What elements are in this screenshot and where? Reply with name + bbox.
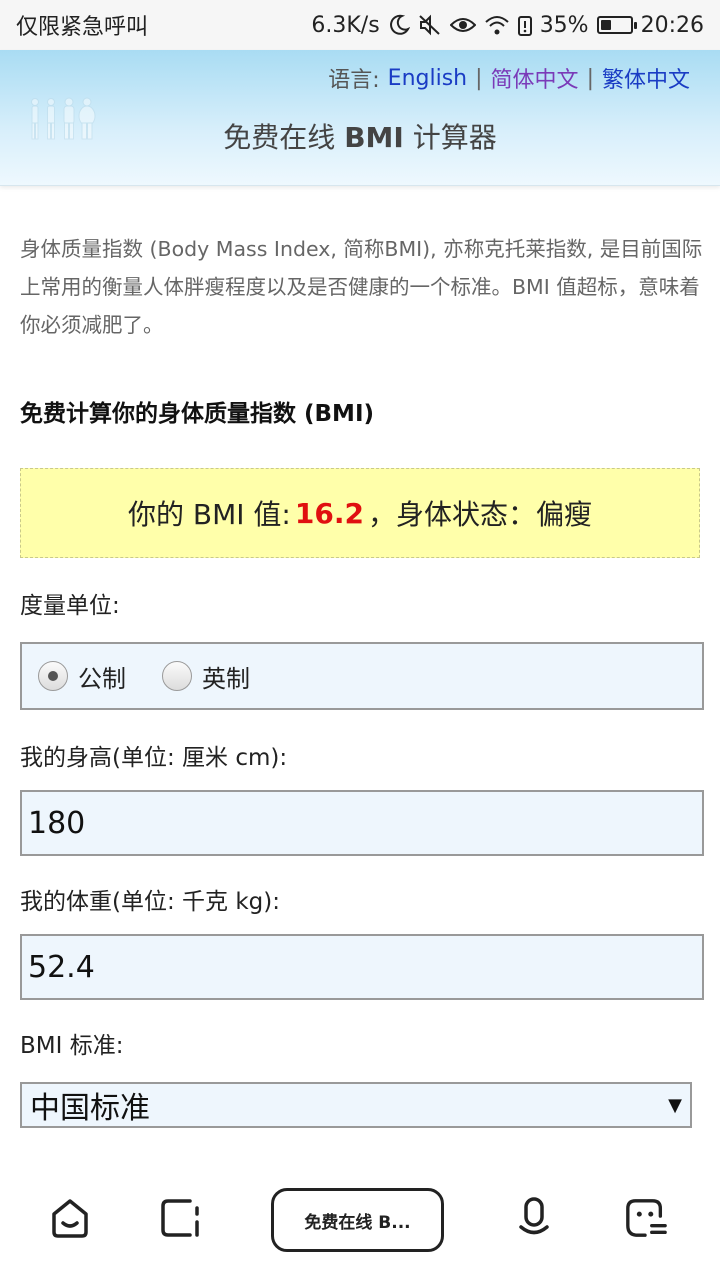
imperial-label[interactable]: 英制 bbox=[202, 659, 250, 694]
site-title: 免费在线 BMI 计算器 bbox=[0, 116, 720, 156]
imperial-radio[interactable] bbox=[162, 661, 192, 691]
status-bar: 仅限紧急呼叫 6.3K/s 35% 20:26 bbox=[0, 0, 720, 50]
menu-button[interactable] bbox=[624, 1196, 668, 1240]
bmi-result-box: 你的 BMI 值: 16.2 ，身体状态：偏瘦 bbox=[20, 468, 700, 558]
lang-simplified-link[interactable]: 简体中文 bbox=[491, 62, 579, 94]
language-label: 语言: bbox=[328, 68, 380, 93]
lang-divider: | bbox=[475, 65, 483, 91]
battery-level bbox=[600, 20, 611, 30]
weight-input[interactable]: 52.4 bbox=[20, 934, 704, 1000]
lang-english-link[interactable]: English bbox=[388, 66, 467, 91]
language-switcher: 语言: English | 简体中文 | 繁体中文 bbox=[328, 62, 690, 94]
standard-selected-value: 中国标准 bbox=[30, 1091, 150, 1126]
result-status: ，身体状态：偏瘦 bbox=[367, 498, 592, 531]
tabs-button[interactable] bbox=[158, 1196, 202, 1240]
result-prefix: 你的 BMI 值: bbox=[128, 498, 291, 531]
assistant-face-icon bbox=[626, 1199, 667, 1237]
section-heading: 免费计算你的身体质量指数 (BMI) bbox=[20, 401, 375, 427]
moon-icon bbox=[388, 14, 410, 36]
home-button[interactable] bbox=[48, 1196, 92, 1240]
status-icons: 6.3K/s 35% 20:26 bbox=[311, 13, 704, 38]
tabs-icon bbox=[161, 1199, 199, 1237]
home-icon bbox=[52, 1199, 88, 1238]
unit-label: 度量单位: bbox=[20, 593, 120, 619]
battery-percent: 35% bbox=[539, 12, 589, 38]
wifi-icon bbox=[484, 14, 510, 36]
voice-button[interactable] bbox=[512, 1196, 556, 1240]
metric-radio[interactable] bbox=[38, 661, 68, 691]
dropdown-arrow-icon: ▼ bbox=[668, 1094, 682, 1116]
network-speed: 6.3K/s bbox=[311, 12, 380, 38]
mute-icon bbox=[418, 14, 442, 36]
browser-bottom-nav: 免费在线 B... bbox=[0, 1160, 720, 1280]
metric-label[interactable]: 公制 bbox=[78, 659, 126, 694]
site-title-bmi: BMI bbox=[344, 121, 404, 154]
microphone-icon bbox=[519, 1197, 549, 1235]
battery-icon bbox=[596, 16, 637, 34]
height-input[interactable]: 180 bbox=[20, 790, 704, 856]
standard-label: BMI 标准: bbox=[20, 1033, 124, 1059]
bmi-value: 16.2 bbox=[294, 496, 364, 530]
eye-icon bbox=[449, 15, 476, 35]
alert-battery-icon bbox=[517, 14, 532, 36]
weight-label: 我的体重(单位: 千克 kg): bbox=[20, 889, 280, 915]
standard-select[interactable]: 中国标准 ▼ bbox=[20, 1082, 692, 1128]
lang-traditional-link[interactable]: 繁体中文 bbox=[602, 62, 690, 94]
lang-divider: | bbox=[586, 65, 594, 91]
intro-paragraph: 身体质量指数 (Body Mass Index, 简称BMI), 亦称克托莱指数… bbox=[20, 237, 703, 337]
main-content: 身体质量指数 (Body Mass Index, 简称BMI), 亦称克托莱指数… bbox=[20, 230, 704, 1128]
unit-radio-group: 公制 英制 bbox=[20, 642, 704, 710]
site-header: 语言: English | 简体中文 | 繁体中文 免费在线 BMI 计算器 bbox=[0, 50, 720, 186]
height-label: 我的身高(单位: 厘米 cm): bbox=[20, 745, 288, 771]
site-title-pre: 免费在线 bbox=[223, 121, 345, 154]
clock: 20:26 bbox=[640, 12, 704, 38]
carrier-text: 仅限紧急呼叫 bbox=[16, 15, 149, 40]
site-title-post: 计算器 bbox=[403, 121, 497, 154]
current-tab-button[interactable]: 免费在线 B... bbox=[271, 1188, 444, 1252]
